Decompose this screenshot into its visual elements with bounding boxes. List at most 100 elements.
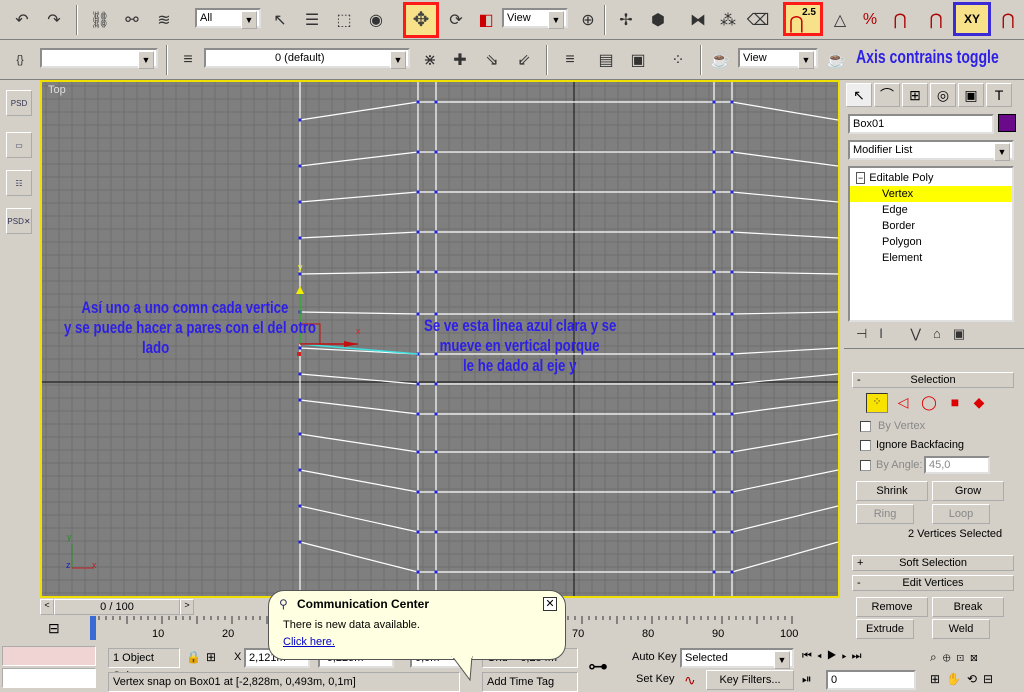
by-angle-checkbox[interactable] bbox=[860, 460, 871, 471]
loop-button[interactable]: Loop bbox=[932, 504, 990, 524]
track-bar-icon[interactable]: ⊟ bbox=[48, 620, 60, 637]
select-by-name-icon[interactable]: ☰ bbox=[298, 6, 326, 34]
communication-center-popup[interactable]: ⚲ Communication Center ✕ There is new da… bbox=[268, 590, 566, 660]
viewport-nav-icons-2[interactable]: ⊞✋⟲⊟ bbox=[930, 672, 999, 686]
redo-icon[interactable]: ↷ bbox=[40, 6, 68, 34]
rotate-icon[interactable]: ⟳ bbox=[442, 6, 470, 34]
current-frame-field[interactable]: 0 bbox=[826, 670, 916, 690]
edge-mode-icon[interactable]: ◁ bbox=[892, 393, 914, 413]
select-in-layer-icon[interactable]: ⇘ bbox=[478, 46, 506, 74]
spinner-snap-icon[interactable]: ⋂ bbox=[886, 6, 914, 34]
tab-create[interactable]: ↖ bbox=[846, 83, 872, 107]
key-icon[interactable]: ⊶ bbox=[588, 654, 608, 679]
key-mode-icon[interactable]: ⏯ bbox=[802, 672, 812, 687]
viewport-top[interactable]: Top Así uno a uno comn cada vertice y se… bbox=[40, 80, 840, 598]
tab-display[interactable]: ▣ bbox=[958, 83, 984, 107]
selection-filter-dropdown[interactable]: All bbox=[195, 8, 261, 29]
rollout-icon[interactable]: ▭ bbox=[6, 132, 32, 158]
absolute-mode-icon[interactable]: ⊞ bbox=[206, 650, 216, 664]
maxscript-input[interactable] bbox=[2, 668, 96, 688]
percent-snap-icon[interactable]: % bbox=[856, 6, 884, 34]
popup-link[interactable]: Click here. bbox=[283, 636, 335, 648]
select-object-icon[interactable]: ↖ bbox=[266, 6, 294, 34]
rect-selection-icon[interactable]: ⬚ bbox=[330, 6, 358, 34]
layer-dropdown[interactable]: 0 (default) bbox=[204, 48, 410, 69]
weld-button[interactable]: Weld bbox=[932, 619, 990, 639]
angle-snap-icon[interactable]: △ bbox=[826, 6, 854, 34]
create-layer-icon[interactable]: ⋇ bbox=[416, 46, 444, 74]
current-frame-marker[interactable] bbox=[90, 616, 96, 640]
named-selection-icon[interactable]: {} bbox=[6, 46, 34, 74]
extrude-button[interactable]: Extrude bbox=[856, 619, 914, 639]
material-editor-icon[interactable]: ⁘ bbox=[664, 46, 692, 74]
viewport-label[interactable]: Top bbox=[48, 84, 66, 96]
key-filters-button[interactable]: Key Filters... bbox=[706, 670, 794, 690]
shrink-button[interactable]: Shrink bbox=[856, 481, 928, 501]
stack-polygon[interactable]: Polygon bbox=[850, 234, 1012, 250]
object-name-field[interactable]: Box01 bbox=[848, 114, 994, 134]
named-selection-dropdown[interactable] bbox=[40, 48, 158, 69]
ring-button[interactable]: Ring bbox=[856, 504, 914, 524]
select-manipulate-icon[interactable]: ✢ bbox=[612, 6, 640, 34]
scale-icon[interactable]: ◧ bbox=[472, 6, 500, 34]
break-button[interactable]: Break bbox=[932, 597, 1004, 617]
element-mode-icon[interactable]: ◆ bbox=[968, 393, 990, 413]
tab-motion[interactable]: ◎ bbox=[930, 83, 956, 107]
curve-editor-icon[interactable]: ▤ bbox=[592, 46, 620, 74]
reference-coordinate-dropdown[interactable]: View bbox=[502, 8, 568, 29]
schematic-view-icon[interactable]: ▣ bbox=[624, 46, 652, 74]
tab-hierarchy[interactable]: ⊞ bbox=[902, 83, 928, 107]
tab-utilities[interactable]: T bbox=[986, 83, 1012, 107]
maxscript-listener[interactable] bbox=[2, 646, 96, 666]
stack-edge[interactable]: Edge bbox=[850, 202, 1012, 218]
bind-space-warp-icon[interactable]: ≋ bbox=[150, 6, 178, 34]
modifier-list-dropdown[interactable]: Modifier List bbox=[848, 140, 1014, 161]
tab-modify[interactable]: ⌒ bbox=[874, 83, 900, 107]
align-icon[interactable]: ⌫ bbox=[744, 6, 772, 34]
set-current-layer-icon[interactable]: ⇙ bbox=[510, 46, 538, 74]
list-icon[interactable]: ☷ bbox=[6, 170, 32, 196]
quick-render-icon[interactable]: ☕ bbox=[822, 46, 850, 74]
edit-vertices-header[interactable]: - Edit Vertices bbox=[852, 575, 1014, 591]
stack-vertex[interactable]: Vertex bbox=[850, 186, 1012, 202]
key-mode-dropdown[interactable]: Selected bbox=[680, 648, 794, 669]
angle-spinner[interactable]: 45,0 bbox=[924, 456, 990, 474]
psd-icon[interactable]: PSD bbox=[6, 90, 32, 116]
axis-constraint-extra-icon[interactable]: ⋂ bbox=[994, 6, 1022, 34]
stack-tools-icons[interactable]: ⊣ǀ ⋁⌂▣ bbox=[856, 326, 977, 342]
add-time-tag-button[interactable]: Add Time Tag bbox=[482, 672, 578, 692]
close-icon[interactable]: ✕ bbox=[543, 597, 557, 611]
pivot-center-icon[interactable]: ⊕ bbox=[574, 6, 602, 34]
layer-manager-icon[interactable]: ≡ bbox=[174, 46, 202, 74]
layers-icon[interactable]: ≡ bbox=[556, 46, 584, 74]
mirror-icon[interactable]: ⧓ bbox=[684, 6, 712, 34]
render-scene-icon[interactable]: ☕ bbox=[706, 46, 734, 74]
psd-close-icon[interactable]: PSD✕ bbox=[6, 208, 32, 234]
frame-indicator[interactable]: 0 / 100 bbox=[54, 599, 180, 615]
soft-selection-header[interactable]: + Soft Selection bbox=[852, 555, 1014, 571]
stack-editable-poly[interactable]: − Editable Poly bbox=[850, 170, 1012, 186]
border-mode-icon[interactable]: ◯ bbox=[918, 393, 940, 413]
remove-button[interactable]: Remove bbox=[856, 597, 928, 617]
selection-rollout-header[interactable]: - Selection bbox=[852, 372, 1014, 388]
snap-toggle-button[interactable]: 2.5 ⋂ bbox=[783, 2, 823, 36]
grow-button[interactable]: Grow bbox=[932, 481, 1004, 501]
stack-element[interactable]: Element bbox=[850, 250, 1012, 266]
edit-named-selection-icon[interactable]: ⋂ bbox=[922, 6, 950, 34]
ignore-backfacing-checkbox[interactable] bbox=[860, 440, 871, 451]
stack-border[interactable]: Border bbox=[850, 218, 1012, 234]
object-color-swatch[interactable] bbox=[998, 114, 1016, 132]
unlink-icon[interactable]: ⚯ bbox=[118, 6, 146, 34]
keyboard-shortcut-icon[interactable]: ⬢ bbox=[644, 6, 672, 34]
select-and-link-icon[interactable]: ⛓ bbox=[86, 6, 114, 34]
modifier-stack[interactable]: − Editable Poly Vertex Edge Border Polygo… bbox=[848, 166, 1014, 322]
window-crossing-icon[interactable]: ◉ bbox=[362, 6, 390, 34]
undo-icon[interactable]: ↶ bbox=[8, 6, 36, 34]
array-icon[interactable]: ⁂ bbox=[714, 6, 742, 34]
playback-controls[interactable]: ⏮◂▶▸⏭ bbox=[802, 650, 867, 663]
render-view-dropdown[interactable]: View bbox=[738, 48, 818, 69]
vertex-mode-icon[interactable]: ⁘ bbox=[866, 393, 888, 413]
polygon-mode-icon[interactable]: ■ bbox=[944, 393, 966, 413]
by-vertex-checkbox[interactable] bbox=[860, 421, 871, 432]
select-and-move-button[interactable]: ✥ bbox=[403, 2, 439, 38]
